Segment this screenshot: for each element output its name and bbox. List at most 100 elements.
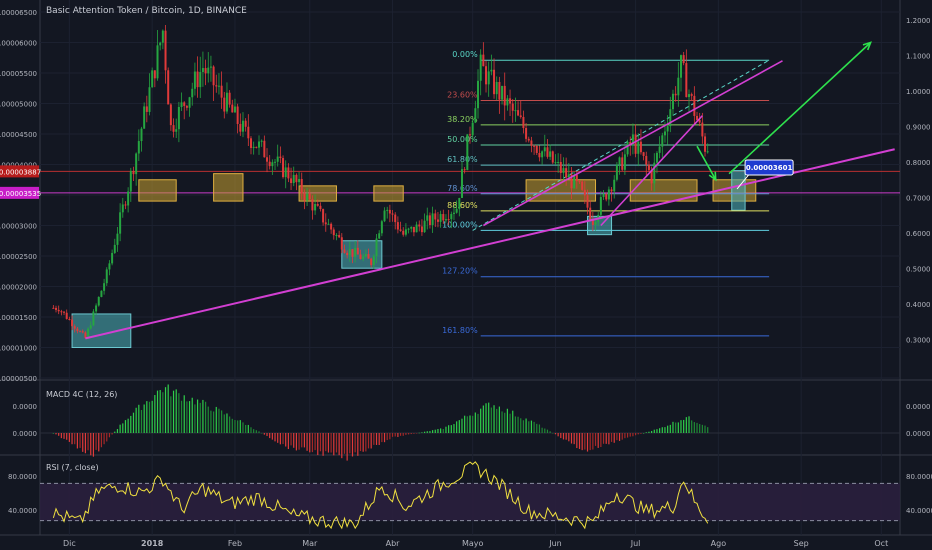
right-axis-tick: 0.9000: [906, 124, 931, 132]
candle-body: [655, 152, 658, 163]
macd-bar: [367, 433, 370, 449]
candle-body: [690, 94, 693, 96]
price-label: 0.00003887: [0, 168, 41, 176]
macd-bar: [74, 433, 76, 445]
candle-body: [525, 128, 528, 139]
candle-body: [517, 110, 520, 116]
candle-body: [704, 136, 707, 152]
candle-body: [57, 309, 60, 312]
left-axis-tick: 0.00002000: [0, 284, 37, 292]
candle-body: [458, 197, 461, 209]
macd-bar: [592, 433, 594, 450]
macd-bar: [581, 433, 583, 451]
macd-bar: [594, 433, 597, 446]
macd-bar: [496, 408, 498, 433]
candle-body: [140, 128, 143, 142]
candle-body: [346, 252, 349, 256]
macd-bar: [456, 421, 458, 433]
macd-bar: [618, 433, 621, 441]
candle-body: [506, 98, 509, 106]
candle-body: [220, 85, 223, 98]
right-axis-tick: 0.3000: [906, 337, 931, 345]
candle-body: [204, 68, 207, 74]
macd-bar: [106, 433, 108, 442]
candle-body: [81, 331, 84, 333]
candle-body: [137, 141, 140, 154]
chart-canvas[interactable]: 0.00%23.60%38.20%50.00%61.80%78.60%88.60…: [0, 0, 932, 550]
zones: [71, 170, 757, 349]
macd-bar: [413, 433, 415, 434]
candle-body: [442, 214, 445, 221]
candle-body: [482, 54, 485, 67]
macd-bar: [357, 433, 359, 456]
macd-bar: [68, 433, 70, 442]
candle-body: [252, 146, 255, 148]
candle-body: [215, 85, 218, 87]
macd-bar: [111, 433, 113, 435]
macd-bar: [562, 433, 565, 440]
macd-bar: [381, 433, 383, 443]
candle-body: [89, 325, 92, 329]
fib-level-label: 38.20%: [447, 115, 478, 124]
macd-bar: [119, 424, 121, 433]
arrow-line: [696, 145, 717, 181]
candle-body: [599, 196, 602, 215]
candle-body: [308, 193, 311, 200]
right-axis-tick: 1.1000: [906, 53, 931, 61]
macd-bar: [568, 433, 570, 442]
macd-bar: [325, 433, 327, 452]
candle-body: [410, 226, 413, 229]
candle-body: [602, 193, 605, 197]
macd-bar: [52, 433, 54, 434]
macd-bar: [135, 407, 137, 433]
candle-body: [175, 129, 178, 132]
x-tick-label: Jul: [630, 539, 641, 548]
zone-yellow: [373, 185, 404, 202]
macd-bar: [311, 433, 314, 453]
macd-histogram: [40, 384, 900, 461]
candle-body: [639, 141, 642, 153]
candle-body: [276, 156, 279, 162]
macd-bar: [114, 431, 116, 433]
candle-body: [247, 126, 250, 139]
candle-body: [439, 214, 442, 222]
candle-body: [594, 221, 597, 225]
macd-bar: [266, 433, 268, 437]
candle-body: [535, 145, 538, 153]
macd-bar: [167, 384, 169, 433]
macd-bar: [282, 433, 284, 445]
macd-bar: [410, 433, 412, 435]
candle-body: [554, 162, 557, 164]
candle-body: [637, 141, 640, 154]
macd-bar: [237, 420, 239, 433]
macd-bar: [87, 433, 89, 451]
left-axis-tick: 0.00003000: [0, 223, 37, 231]
macd-bar: [448, 425, 450, 433]
macd-bar: [274, 433, 276, 442]
macd-bar: [501, 411, 503, 433]
macd-bar: [421, 432, 423, 433]
candle-body: [567, 174, 570, 178]
macd-bar: [210, 410, 212, 433]
macd-bar: [383, 433, 386, 443]
candle-body: [661, 135, 664, 147]
macd-bar: [552, 433, 554, 434]
candle-body: [268, 161, 271, 167]
macd-bar: [66, 433, 68, 440]
candle-body: [375, 238, 378, 257]
macd-bar: [229, 416, 231, 433]
candle-body: [201, 68, 204, 73]
candle-body: [55, 307, 58, 310]
macd-bar: [629, 433, 631, 437]
candle-body: [370, 258, 373, 266]
macd-bar: [645, 432, 647, 433]
fib-level-label: 61.80%: [447, 155, 478, 164]
candle-body: [348, 249, 351, 256]
macd-bar: [544, 428, 546, 433]
macd-bar: [58, 433, 60, 436]
candle-body: [471, 122, 474, 136]
macd-bar: [127, 418, 129, 433]
macd-bar: [602, 433, 605, 444]
macd-bar: [632, 433, 634, 437]
candle-body: [583, 189, 586, 196]
